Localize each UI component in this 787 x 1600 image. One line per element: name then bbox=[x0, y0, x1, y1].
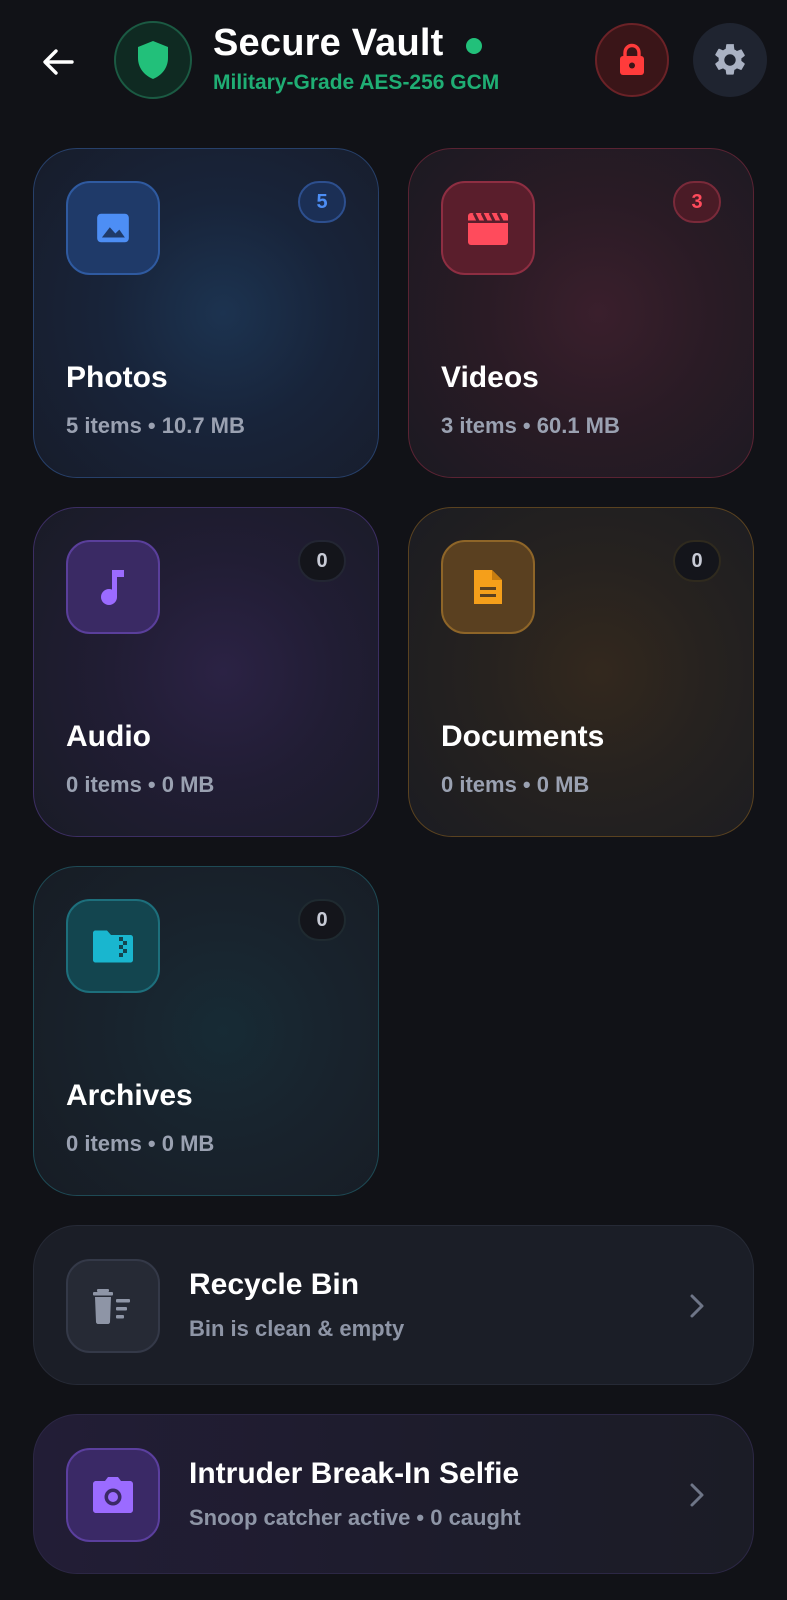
archives-meta: 0 items • 0 MB bbox=[66, 1131, 215, 1156]
recycle-bin-subtitle: Bin is clean & empty bbox=[189, 1316, 405, 1341]
vault-status-badge bbox=[114, 21, 192, 99]
intruder-icon-box bbox=[66, 1448, 160, 1542]
intruder-subtitle: Snoop catcher active • 0 caught bbox=[189, 1505, 521, 1530]
camera-icon bbox=[93, 1477, 133, 1513]
archives-count-badge: 0 bbox=[298, 899, 346, 941]
audio-title: Audio bbox=[66, 720, 151, 753]
chevron-right-icon bbox=[683, 1292, 711, 1320]
clapperboard-icon bbox=[468, 212, 508, 245]
recycle-bin-row[interactable]: Recycle Bin Bin is clean & empty bbox=[33, 1225, 754, 1385]
page-title: Secure Vault bbox=[213, 22, 444, 64]
audio-icon-box bbox=[66, 540, 160, 634]
settings-button[interactable] bbox=[693, 23, 767, 97]
zip-folder-icon bbox=[93, 930, 133, 963]
photos-count-badge: 5 bbox=[298, 181, 346, 223]
back-arrow-icon bbox=[43, 49, 74, 75]
category-card-documents[interactable]: 0 Documents 0 items • 0 MB bbox=[408, 507, 754, 837]
category-card-audio[interactable]: 0 Audio 0 items • 0 MB bbox=[33, 507, 379, 837]
archives-title: Archives bbox=[66, 1079, 193, 1112]
videos-meta: 3 items • 60.1 MB bbox=[441, 413, 620, 438]
music-note-icon bbox=[101, 570, 124, 605]
online-status-dot bbox=[466, 38, 482, 54]
shield-icon bbox=[138, 41, 168, 79]
archives-icon-box bbox=[66, 899, 160, 993]
videos-title: Videos bbox=[441, 361, 539, 394]
recycle-bin-title: Recycle Bin bbox=[189, 1268, 360, 1301]
encryption-subtitle: Military-Grade AES-256 GCM bbox=[213, 71, 500, 94]
image-icon bbox=[97, 213, 129, 243]
category-card-archives[interactable]: 0 Archives 0 items • 0 MB bbox=[33, 866, 379, 1196]
intruder-title: Intruder Break-In Selfie bbox=[189, 1457, 520, 1490]
category-card-photos[interactable]: 5 Photos 5 items • 10.7 MB bbox=[33, 148, 379, 478]
photos-meta: 5 items • 10.7 MB bbox=[66, 413, 245, 438]
back-button[interactable] bbox=[34, 38, 82, 86]
audio-count-badge: 0 bbox=[298, 540, 346, 582]
intruder-selfie-row[interactable]: Intruder Break-In Selfie Snoop catcher a… bbox=[33, 1414, 754, 1574]
documents-title: Documents bbox=[441, 720, 605, 753]
documents-count-badge: 0 bbox=[673, 540, 721, 582]
chevron-right-icon bbox=[683, 1481, 711, 1509]
documents-icon-box bbox=[441, 540, 535, 634]
photos-title: Photos bbox=[66, 361, 168, 394]
lock-icon bbox=[620, 43, 644, 75]
gear-icon bbox=[715, 44, 745, 75]
app-header: Secure Vault Military-Grade AES-256 GCM bbox=[0, 0, 787, 120]
videos-icon-box bbox=[441, 181, 535, 275]
documents-meta: 0 items • 0 MB bbox=[441, 772, 590, 797]
recycle-bin-icon-box bbox=[66, 1259, 160, 1353]
document-icon bbox=[474, 570, 502, 604]
videos-count-badge: 3 bbox=[673, 181, 721, 223]
photos-icon-box bbox=[66, 181, 160, 275]
trash-icon bbox=[93, 1289, 130, 1324]
audio-meta: 0 items • 0 MB bbox=[66, 772, 215, 797]
lock-vault-button[interactable] bbox=[595, 23, 669, 97]
category-card-videos[interactable]: 3 Videos 3 items • 60.1 MB bbox=[408, 148, 754, 478]
